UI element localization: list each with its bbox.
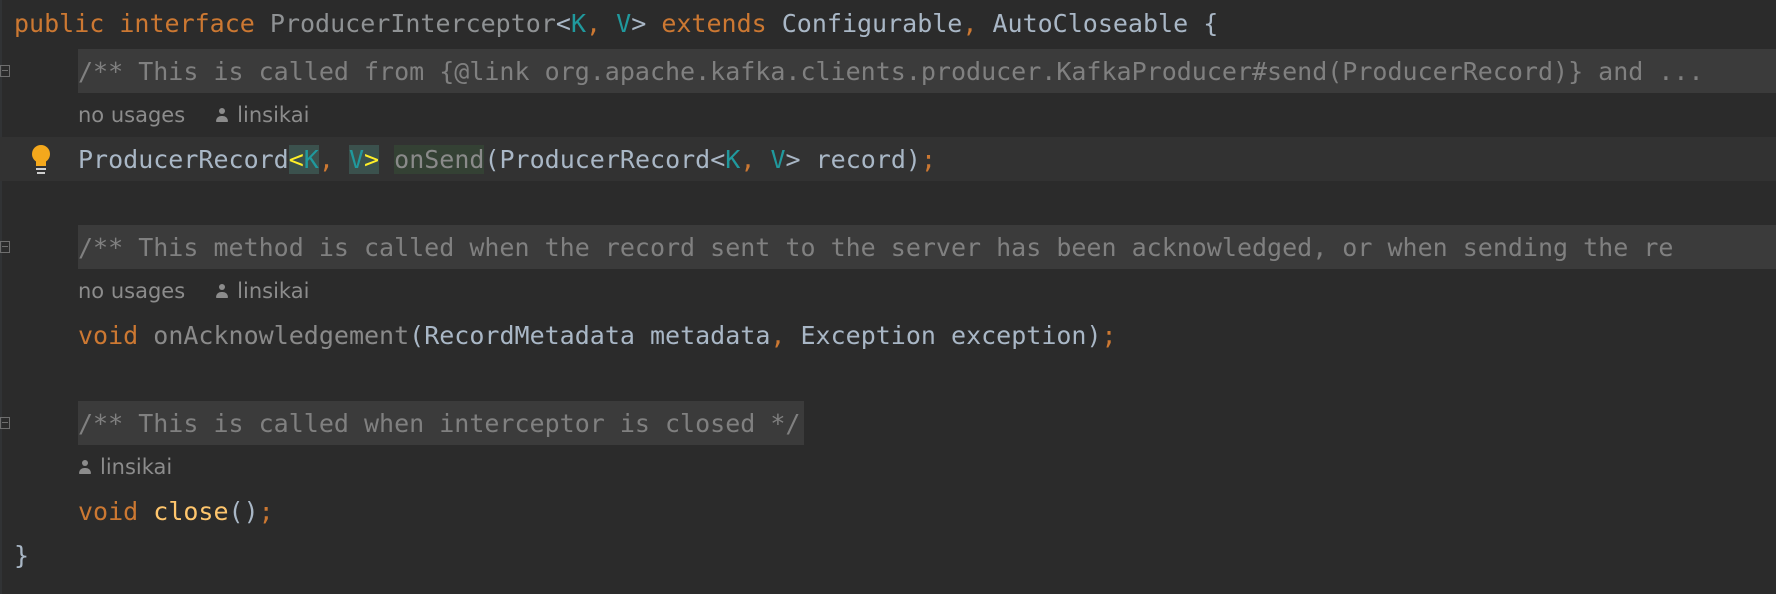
generic-close-highlight: >	[364, 144, 380, 174]
author-hint[interactable]: linsikai	[215, 279, 309, 303]
param-type-k: K	[725, 144, 741, 174]
semicolon: ;	[920, 144, 937, 174]
author-hint[interactable]: linsikai	[215, 103, 309, 127]
keyword-interface: interface	[119, 8, 255, 38]
keyword-extends: extends	[661, 8, 767, 38]
author-name: linsikai	[237, 103, 310, 127]
super-configurable: Configurable	[781, 8, 963, 38]
type-param-v: V	[616, 8, 632, 38]
code-line-doc2[interactable]: /** This method is called when the recor…	[0, 225, 1776, 269]
person-icon	[215, 283, 229, 299]
doc-comment-close: /** This is called when interceptor is c…	[78, 401, 805, 445]
author-hint[interactable]: linsikai	[78, 455, 172, 479]
inlay-hint-onack[interactable]: no usages linsikai	[78, 269, 309, 313]
code-editor[interactable]: public interface ProducerInterceptor < K, …	[0, 0, 1776, 594]
generic-open-highlight: <	[288, 144, 304, 174]
return-type: ProducerRecord	[78, 144, 289, 174]
author-name: linsikai	[100, 455, 173, 479]
code-line-doc1[interactable]: /** This is called from {@link org.apach…	[0, 49, 1776, 93]
author-name: linsikai	[237, 279, 310, 303]
super-autocloseable: AutoCloseable	[992, 8, 1189, 38]
keyword-void: void	[78, 496, 139, 526]
comma: ,	[770, 320, 786, 350]
comma: ,	[962, 8, 993, 38]
close-brace: }	[14, 540, 30, 570]
param-open: (ProducerRecord<	[484, 144, 726, 174]
inlay-hint-onsend[interactable]: no usages linsikai	[78, 93, 309, 137]
generic-open: <	[555, 8, 571, 38]
lightbulb-icon[interactable]	[30, 143, 52, 175]
usages-hint[interactable]: no usages	[78, 103, 185, 127]
comma: ,	[318, 144, 349, 174]
keyword-public: public	[14, 8, 105, 38]
code-line-onsend[interactable]: ProducerRecord < K, V > onSend (ProducerReco…	[0, 137, 1776, 181]
keyword-void: void	[78, 320, 139, 350]
param-type-v: V	[770, 144, 786, 174]
type-param-k: K	[303, 144, 319, 174]
doc-comment-ack: /** This method is called when the recor…	[78, 225, 1776, 269]
code-line-doc3[interactable]: /** This is called when interceptor is c…	[0, 401, 1776, 445]
param-metadata: (RecordMetadata metadata	[409, 320, 771, 350]
interface-name: ProducerInterceptor	[269, 8, 556, 38]
doc-comment-send: /** This is called from {@link org.apach…	[78, 49, 1776, 93]
code-line-end[interactable]: }	[0, 533, 1776, 577]
param-rest: > record)	[785, 144, 921, 174]
type-param-v: V	[348, 144, 365, 174]
code-line-interface-decl[interactable]: public interface ProducerInterceptor < K, …	[0, 1, 1776, 45]
usages-hint[interactable]: no usages	[78, 279, 185, 303]
open-brace: {	[1188, 8, 1219, 38]
person-icon	[78, 459, 92, 475]
method-onacknowledgement: onAcknowledgement	[153, 320, 410, 350]
parens: ()	[228, 496, 259, 526]
semicolon: ;	[1101, 320, 1117, 350]
comma: ,	[740, 144, 771, 174]
semicolon: ;	[258, 496, 274, 526]
param-exception: Exception exception)	[785, 320, 1102, 350]
inlay-hint-close[interactable]: linsikai	[78, 445, 172, 489]
comma: ,	[586, 8, 617, 38]
generic-close: >	[631, 8, 647, 38]
type-param-k: K	[570, 8, 587, 38]
code-line-close[interactable]: void close();	[0, 489, 1776, 533]
method-onsend: onSend	[394, 144, 485, 174]
person-icon	[215, 107, 229, 123]
method-close: close	[153, 496, 229, 526]
code-line-onack[interactable]: void onAcknowledgement (RecordMetadata me…	[0, 313, 1776, 357]
